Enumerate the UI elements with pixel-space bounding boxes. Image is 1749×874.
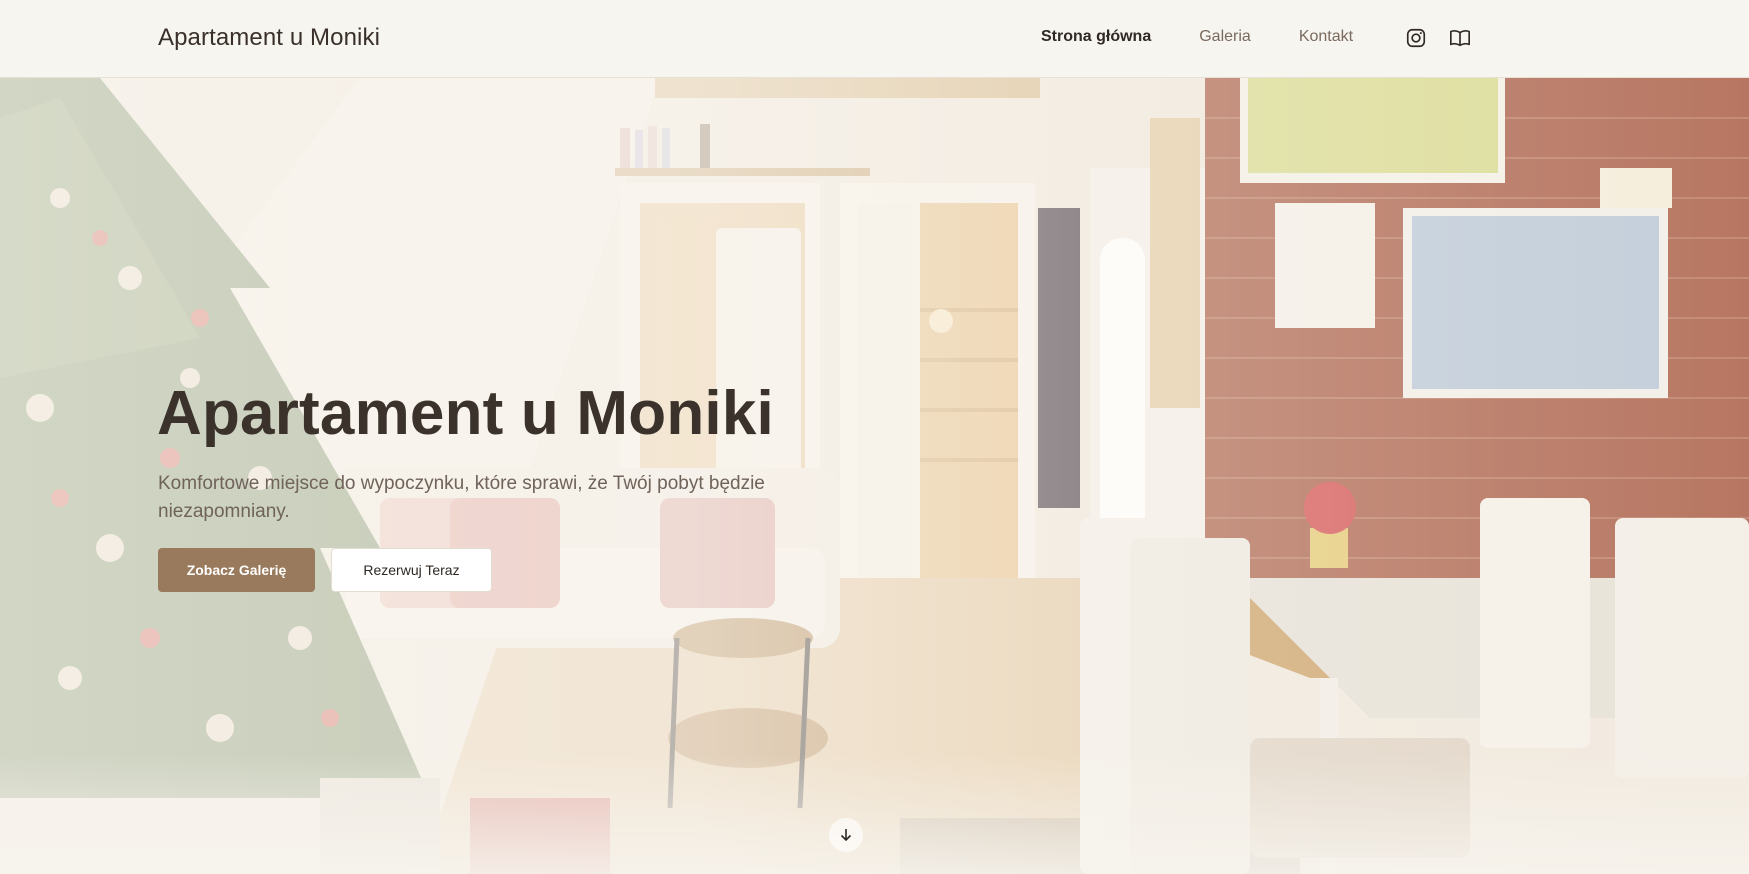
main-nav: Strona główna Galeria Kontakt — [1041, 28, 1353, 46]
hero-bottom-fade — [0, 754, 1749, 874]
nav-home-link[interactable]: Strona główna — [1041, 28, 1151, 46]
view-gallery-button[interactable]: Zobacz Galerię — [158, 548, 315, 592]
nav-gallery-link[interactable]: Galeria — [1199, 28, 1251, 46]
hero-section: Apartament u Moniki Komfortowe miejsce d… — [0, 78, 1749, 874]
scroll-down-button[interactable] — [829, 818, 863, 852]
hero-subtitle: Komfortowe miejsce do wypoczynku, które … — [158, 473, 765, 522]
book-icon[interactable] — [1449, 27, 1471, 49]
site-header: Apartament u Moniki Strona główna Galeri… — [0, 0, 1749, 78]
brand-logo-link[interactable]: Apartament u Moniki — [158, 24, 380, 52]
hero-title: Apartament u Moniki — [157, 379, 774, 448]
book-now-button[interactable]: Rezerwuj Teraz — [331, 548, 492, 592]
arrow-down-icon — [840, 829, 852, 842]
social-links — [1405, 27, 1471, 49]
nav-contact-link[interactable]: Kontakt — [1299, 28, 1353, 46]
instagram-icon[interactable] — [1405, 27, 1427, 49]
